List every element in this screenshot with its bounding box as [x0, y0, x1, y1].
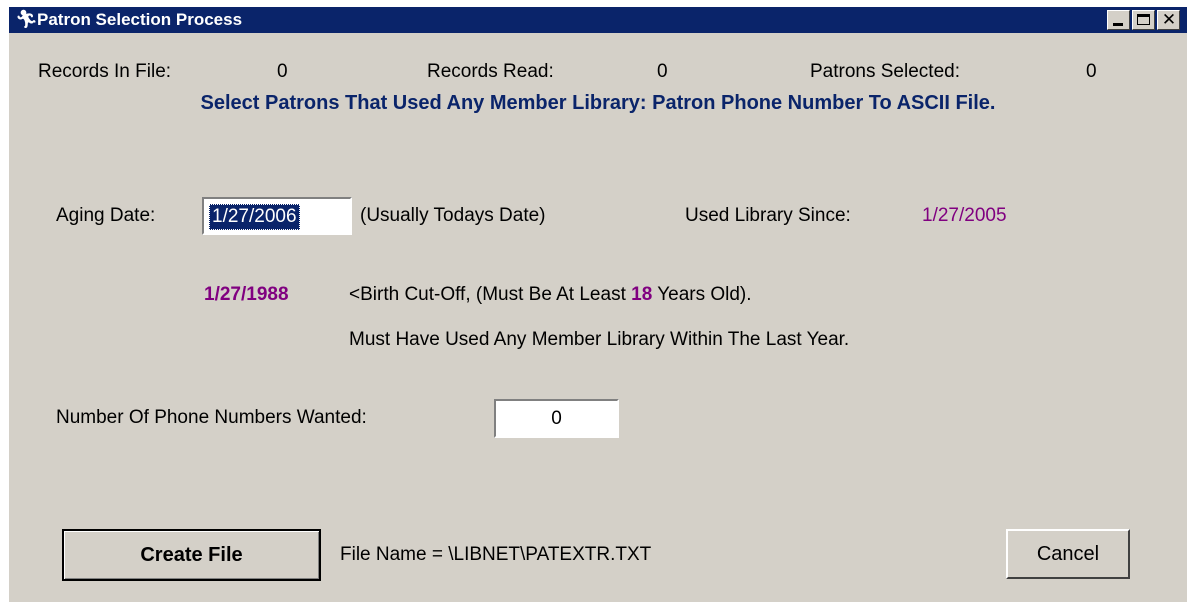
birth-cutoff-text: <Birth Cut-Off, (Must Be At Least 18 Yea…: [349, 284, 752, 306]
patrons-selected-label: Patrons Selected:: [810, 61, 960, 82]
records-in-file-value: 0: [277, 61, 288, 82]
aging-date-input[interactable]: 1/27/2006: [202, 197, 352, 235]
birth-cutoff-suffix: Years Old).: [652, 284, 752, 305]
close-button[interactable]: ✕: [1157, 10, 1180, 30]
aging-date-hint: (Usually Todays Date): [360, 205, 546, 226]
cancel-button[interactable]: Cancel: [1006, 529, 1130, 579]
title-bar[interactable]: 🏃︎ Patron Selection Process ✕: [9, 7, 1187, 33]
records-in-file-label: Records In File:: [38, 61, 172, 82]
birth-cutoff-prefix: <Birth Cut-Off, (Must Be At Least: [349, 284, 632, 305]
birth-cutoff-date: 1/27/1988: [204, 284, 289, 305]
maximize-icon: [1137, 14, 1150, 25]
patrons-selected-value: 0: [1086, 61, 1097, 82]
minimize-icon: [1113, 23, 1123, 26]
maximize-button[interactable]: [1132, 10, 1155, 30]
aging-date-value: 1/27/2006: [209, 204, 300, 230]
patron-selection-window: 🏃︎ Patron Selection Process ✕ Records In…: [9, 7, 1187, 602]
minimize-button[interactable]: [1107, 10, 1130, 30]
records-read-value: 0: [657, 61, 668, 82]
window-title: Patron Selection Process: [37, 10, 243, 29]
phone-numbers-input[interactable]: 0: [494, 399, 619, 438]
used-library-since-label: Used Library Since:: [685, 205, 851, 226]
usage-requirement-text: Must Have Used Any Member Library Within…: [349, 329, 850, 350]
used-library-since-value: 1/27/2005: [922, 205, 1007, 226]
minimum-age: 18: [631, 284, 653, 305]
process-heading: Select Patrons That Used Any Member Libr…: [200, 92, 996, 114]
phone-numbers-label: Number Of Phone Numbers Wanted:: [56, 407, 367, 428]
file-name-text: File Name = \LIBNET\PATEXTR.TXT: [340, 544, 652, 565]
running-figure-icon: 🏃︎: [15, 9, 38, 30]
aging-date-label: Aging Date:: [56, 205, 156, 226]
close-icon: ✕: [1161, 10, 1177, 29]
create-file-button[interactable]: Create File: [62, 529, 321, 581]
records-read-label: Records Read:: [427, 61, 554, 82]
